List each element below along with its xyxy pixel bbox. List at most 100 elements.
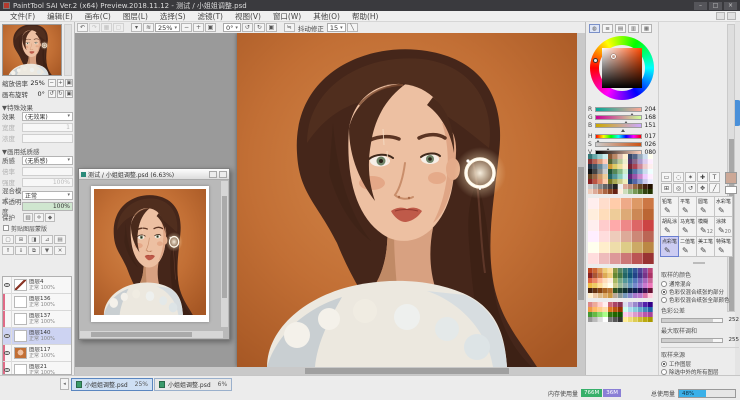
swatch-cell[interactable] <box>632 220 643 231</box>
texture-scale-field[interactable] <box>22 167 73 176</box>
brush-胡乱涂[interactable]: 胡乱涂✎ <box>660 216 679 237</box>
document-tab[interactable]: 小姐姐调整.psd6% <box>154 378 232 391</box>
undo-icon[interactable]: ↶ <box>77 23 88 32</box>
protect-opacity-icon[interactable]: ▨ <box>23 213 33 222</box>
menu-item-7[interactable]: 窗口(W) <box>267 11 307 22</box>
effect-select[interactable]: (无效果)▾ <box>22 112 73 121</box>
swatch-cell[interactable] <box>610 220 621 231</box>
menu-item-4[interactable]: 选择(S) <box>154 11 192 22</box>
brush-模糊[interactable]: 模糊✎12 <box>696 216 715 237</box>
float-close-icon[interactable] <box>219 171 227 178</box>
stabilizer-combo[interactable]: 15▾ <box>327 23 346 32</box>
eyedropper-icon[interactable]: ╱ <box>709 183 720 193</box>
float-horizontal-scrollbar[interactable] <box>80 331 223 338</box>
menu-item-6[interactable]: 视图(V) <box>229 11 267 22</box>
merge-layer-icon[interactable]: ▼ <box>41 246 53 255</box>
line-tool-icon[interactable]: ╲ <box>347 23 358 32</box>
slider-marker[interactable] <box>621 129 625 132</box>
sv-marker[interactable] <box>611 54 616 59</box>
nav-rotate-cw-icon[interactable]: ↻ <box>57 90 65 98</box>
radio-icon[interactable] <box>661 281 667 287</box>
duplicate-layer-icon[interactable]: ⧉ <box>28 246 40 255</box>
slider-track-h[interactable] <box>595 134 642 139</box>
swatch-cell[interactable] <box>621 242 632 253</box>
radio-icon[interactable] <box>661 361 667 367</box>
deselect-icon[interactable]: ▢ <box>113 23 124 32</box>
hand-icon[interactable]: ✥ <box>697 183 708 193</box>
pick-color-option[interactable]: 通常混合 <box>661 280 739 288</box>
swatch-cell[interactable] <box>588 231 599 242</box>
floating-view-window[interactable]: 测试 / 小姐姐调整.psd (6.63%) <box>78 168 230 340</box>
brush-涂抹[interactable]: 涂抹✎20 <box>714 216 733 237</box>
effect-width-field[interactable]: 1 <box>22 123 73 132</box>
swatch-cell[interactable] <box>621 220 632 231</box>
swatch-cell[interactable] <box>632 253 643 264</box>
move-icon[interactable]: ✚ <box>697 172 708 182</box>
swatch-cell[interactable] <box>621 253 632 264</box>
swatch-cell[interactable] <box>632 242 643 253</box>
view-list-icon[interactable]: ≋ <box>143 23 154 32</box>
brush-水彩笔[interactable]: 水彩笔✎ <box>714 196 733 217</box>
nav-rotate-reset-icon[interactable]: ▣ <box>65 90 73 98</box>
layer-row[interactable]: 图层136正常 100% <box>3 294 71 311</box>
swatch-cell[interactable] <box>588 198 599 209</box>
tab-scroll-icon[interactable]: ◂ <box>60 378 69 390</box>
layer-row[interactable]: 图层117正常 100% <box>3 345 71 362</box>
slider-track-s[interactable] <box>595 142 642 147</box>
nav-zoom-in-icon[interactable]: + <box>57 79 65 87</box>
new-folder-icon[interactable]: ⊞ <box>15 235 27 244</box>
layer-row[interactable]: 图层140正常 100% <box>3 328 71 345</box>
pick-color-option[interactable]: 色彩仅混合纸张的部分 <box>661 288 739 296</box>
swatch-cell[interactable] <box>599 253 610 264</box>
blend-mode-select[interactable]: 正常▾ <box>22 191 73 200</box>
slider-track[interactable] <box>661 318 723 323</box>
layer-visibility-toggle[interactable] <box>3 277 12 294</box>
swatch-cell[interactable] <box>610 253 621 264</box>
layer-row[interactable]: 图层137正常 100% <box>3 311 71 328</box>
close-button[interactable]: × <box>724 2 737 10</box>
swatch-cell[interactable] <box>599 198 610 209</box>
swatch-cell[interactable] <box>588 209 599 220</box>
menu-item-9[interactable]: 帮助(H) <box>346 11 385 22</box>
nav-zoom-reset-icon[interactable]: ▣ <box>65 79 73 87</box>
slider-track-g[interactable] <box>595 115 642 120</box>
zoom-in-icon[interactable]: + <box>193 23 204 32</box>
menu-item-3[interactable]: 图层(L) <box>117 11 154 22</box>
slider-track[interactable] <box>661 338 723 343</box>
lasso-icon[interactable]: ◌ <box>673 172 684 182</box>
clip-mask-checkbox[interactable] <box>3 225 9 231</box>
current-color-swatch[interactable] <box>725 172 737 184</box>
layer-visibility-toggle[interactable] <box>3 328 12 345</box>
swatch-cell[interactable] <box>599 231 610 242</box>
swatch-cell[interactable] <box>643 209 654 220</box>
swatch-tab-icon[interactable]: ▦ <box>641 24 652 33</box>
new-mask-icon[interactable]: ◨ <box>28 235 40 244</box>
layer-visibility-toggle[interactable] <box>3 311 12 328</box>
color-tolerance-slider[interactable]: 252 <box>661 316 739 324</box>
zoom-icon[interactable]: ◎ <box>673 183 684 193</box>
brush-美工笔[interactable]: 美工笔✎ <box>696 236 715 257</box>
radio-icon[interactable] <box>661 297 667 303</box>
rotate-ccw-icon[interactable]: ↺ <box>242 23 253 32</box>
layer-row[interactable]: 图层21正常 100% <box>3 362 71 375</box>
rotate-reset-icon[interactable]: ▣ <box>266 23 277 32</box>
brush-二值笔[interactable]: 二值笔✎ <box>678 236 697 257</box>
view-mode-icon[interactable]: ▾ <box>131 23 142 32</box>
protect-lock-icon[interactable]: ◆ <box>45 213 55 222</box>
swatch-cell[interactable] <box>610 231 621 242</box>
slider-track-b[interactable] <box>595 123 642 128</box>
canvas-vertical-scrollbar[interactable] <box>577 33 585 367</box>
float-maximize-icon[interactable] <box>209 171 217 178</box>
swatch-cell[interactable] <box>648 317 653 322</box>
layer-opacity-slider[interactable]: 100% <box>22 202 73 211</box>
layer-visibility-toggle[interactable] <box>3 345 12 362</box>
radio-icon[interactable] <box>661 289 667 295</box>
swatch-cell[interactable] <box>588 253 599 264</box>
brush-特殊笔[interactable]: 特殊笔✎ <box>714 236 733 257</box>
swatch-cell[interactable] <box>632 198 643 209</box>
saturation-value-box[interactable] <box>602 48 642 88</box>
swatch-cell[interactable] <box>610 209 621 220</box>
transform-icon[interactable]: ⊞ <box>661 183 672 193</box>
swatch-cell[interactable] <box>599 209 610 220</box>
max-mix-slider[interactable]: 255 <box>661 336 739 344</box>
